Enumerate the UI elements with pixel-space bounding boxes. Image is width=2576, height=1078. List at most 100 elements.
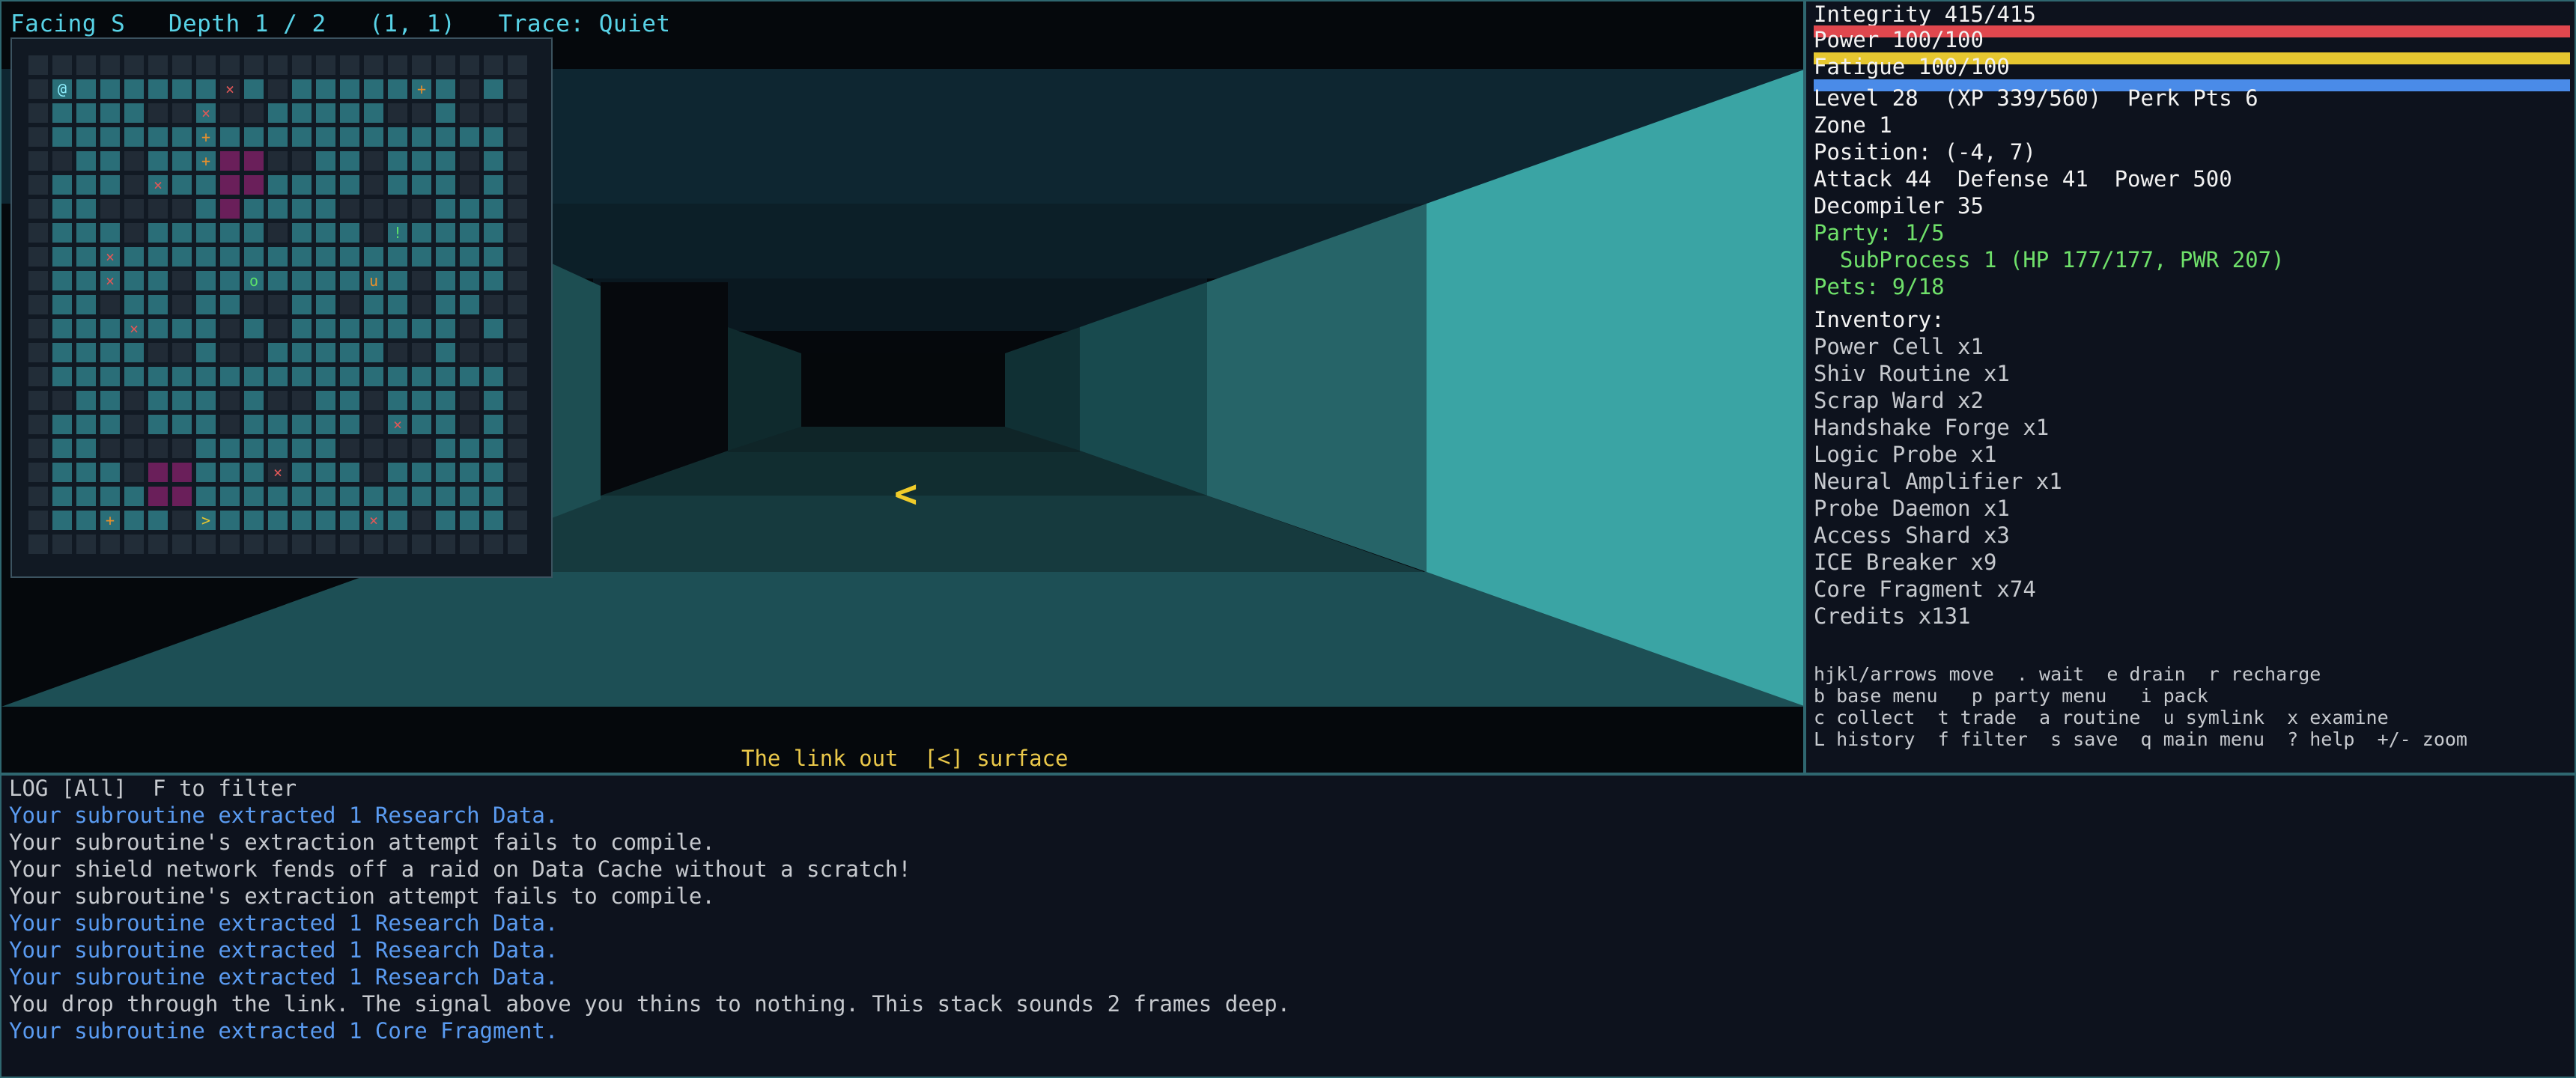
minimap-cell	[220, 511, 240, 530]
minimap-cell	[172, 103, 192, 123]
minimap-cell	[124, 535, 144, 554]
minimap-cell	[508, 271, 527, 290]
minimap-cell	[292, 487, 312, 506]
minimap-cell	[484, 439, 503, 458]
minimap-cell	[28, 295, 48, 314]
inventory-item[interactable]: Logic Probe x1	[1814, 442, 1996, 467]
minimap-cell	[268, 439, 288, 458]
minimap-cell	[292, 55, 312, 75]
location-label: The link out [<] surface	[741, 746, 1069, 771]
minimap[interactable]: @ × + × + + ×! × × o u × × × + > ×	[10, 37, 553, 578]
minimap-cell	[460, 151, 479, 171]
minimap-cell	[436, 127, 455, 147]
inventory-item[interactable]: ICE Breaker x9	[1814, 549, 1996, 575]
first-person-viewport[interactable]: Facing S Depth 1 / 2 (1, 1) Trace: Quiet…	[0, 0, 1805, 774]
minimap-cell	[484, 127, 503, 147]
minimap-cell	[268, 391, 288, 410]
log-title: LOG [All] F to filter	[9, 776, 297, 801]
minimap-cell	[388, 367, 407, 386]
minimap-marker-icon: ×	[106, 272, 115, 290]
minimap-cell	[76, 487, 96, 506]
fatigue-label: Fatigue 100/100	[1814, 54, 2010, 79]
inventory-item[interactable]: Handshake Forge x1	[1814, 415, 2049, 440]
minimap-cell	[100, 391, 120, 410]
keybind-help-line: b base menu p party menu i pack	[1814, 685, 2208, 707]
minimap-cell	[460, 463, 479, 482]
minimap-cell	[412, 319, 431, 338]
minimap-cell	[388, 55, 407, 75]
minimap-cell	[124, 55, 144, 75]
minimap-marker-icon: +	[106, 511, 115, 529]
minimap-marker-icon: ×	[106, 248, 115, 266]
inventory-item[interactable]: Shiv Routine x1	[1814, 361, 2010, 386]
minimap-cell	[148, 79, 168, 99]
minimap-cell	[292, 535, 312, 554]
minimap-cell	[364, 343, 383, 362]
minimap-cell	[76, 199, 96, 219]
minimap-cell	[196, 439, 216, 458]
inventory-item[interactable]: Scrap Ward x2	[1814, 388, 1984, 413]
minimap-cell	[52, 55, 72, 75]
minimap-cell	[316, 295, 335, 314]
minimap-cell	[52, 199, 72, 219]
minimap-cell	[76, 271, 96, 290]
minimap-cell	[172, 343, 192, 362]
minimap-cell	[460, 271, 479, 290]
minimap-cell	[100, 151, 120, 171]
minimap-cell	[460, 343, 479, 362]
minimap-cell	[52, 391, 72, 410]
minimap-cell	[340, 367, 359, 386]
minimap-cell	[436, 151, 455, 171]
log-line: Your subroutine's extraction attempt fai…	[9, 829, 715, 855]
minimap-cell	[268, 127, 288, 147]
inventory-item[interactable]: Probe Daemon x1	[1814, 496, 2010, 521]
minimap-cell	[148, 103, 168, 123]
minimap-cell	[100, 463, 120, 482]
minimap-cell	[52, 175, 72, 195]
log-line: Your subroutine extracted 1 Research Dat…	[9, 964, 559, 990]
minimap-cell	[412, 103, 431, 123]
minimap-cell	[148, 319, 168, 338]
minimap-cell	[124, 127, 144, 147]
minimap-cell	[484, 223, 503, 243]
minimap-cell	[172, 487, 192, 506]
minimap-cell	[508, 127, 527, 147]
minimap-cell	[388, 199, 407, 219]
minimap-cell	[100, 55, 120, 75]
minimap-cell	[364, 175, 383, 195]
minimap-cell	[196, 343, 216, 362]
minimap-cell	[76, 367, 96, 386]
inventory-item[interactable]: Neural Amplifier x1	[1814, 469, 2062, 494]
minimap-cell	[28, 151, 48, 171]
minimap-cell	[412, 247, 431, 267]
party-label: Party: 1/5	[1814, 220, 1945, 246]
minimap-cell	[460, 175, 479, 195]
minimap-cell	[172, 55, 192, 75]
minimap-cell	[316, 463, 335, 482]
minimap-cell	[100, 535, 120, 554]
minimap-cell	[388, 175, 407, 195]
log-line: Your subroutine's extraction attempt fai…	[9, 883, 715, 909]
minimap-cell	[412, 343, 431, 362]
inventory-item[interactable]: Access Shard x3	[1814, 523, 2010, 548]
party-member: SubProcess 1 (HP 177/177, PWR 207)	[1814, 247, 2285, 272]
inventory-item[interactable]: Power Cell x1	[1814, 334, 1984, 359]
minimap-cell	[460, 511, 479, 530]
minimap-cell	[52, 151, 72, 171]
minimap-cell	[388, 79, 407, 99]
minimap-cell	[52, 487, 72, 506]
minimap-cell	[268, 295, 288, 314]
message-log[interactable]: LOG [All] F to filter Your subroutine ex…	[0, 774, 2576, 1078]
minimap-cell	[268, 535, 288, 554]
inventory-item[interactable]: Core Fragment x74	[1814, 576, 2036, 602]
top-status-bar: Facing S Depth 1 / 2 (1, 1) Trace: Quiet	[10, 10, 671, 37]
minimap-cell	[76, 439, 96, 458]
minimap-cell	[340, 415, 359, 434]
pets-label: Pets: 9/18	[1814, 274, 1945, 299]
inventory-item[interactable]: Credits x131	[1814, 603, 1971, 629]
minimap-cell	[412, 367, 431, 386]
minimap-cell	[412, 127, 431, 147]
minimap-cell	[52, 415, 72, 434]
minimap-cell	[148, 415, 168, 434]
minimap-cell	[244, 55, 264, 75]
